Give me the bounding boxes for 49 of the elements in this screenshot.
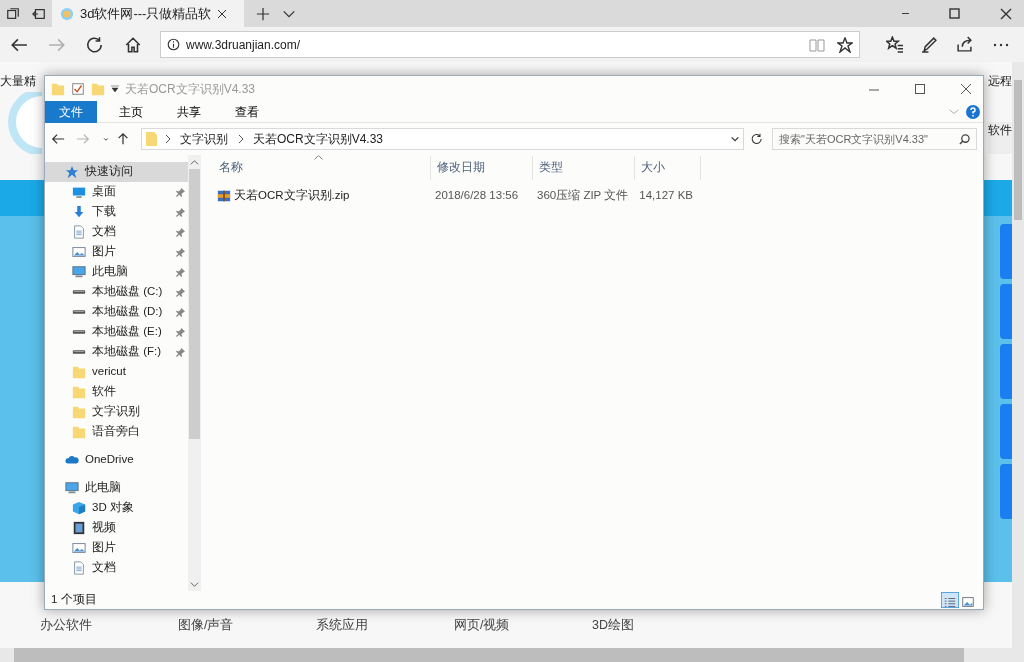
page-text: 远程	[988, 73, 1012, 88]
category-link[interactable]: 网页/视频	[454, 616, 592, 635]
nav-item[interactable]: 软件	[45, 382, 188, 402]
nav-item[interactable]: 图片	[45, 538, 188, 558]
column-header[interactable]: 大小	[635, 156, 701, 180]
nav-item[interactable]: 本地磁盘 (C:)	[45, 282, 188, 302]
nav-item[interactable]: OneDrive	[45, 450, 188, 470]
category-link[interactable]: 3D绘图	[592, 616, 730, 635]
table-cell-text: 2018/6/28 13:56	[434, 188, 520, 204]
nav-item[interactable]: 此电脑	[45, 478, 188, 498]
category-link[interactable]: 图像/声音	[178, 616, 316, 635]
page-text: 软件	[988, 122, 1012, 154]
ribbon-tab[interactable]: 共享	[163, 100, 215, 123]
nav-item[interactable]: 本地磁盘 (E:)	[45, 322, 188, 342]
ribbon-tab[interactable]: 查看	[221, 100, 273, 123]
nav-item[interactable]: 下载	[45, 202, 188, 222]
column-header[interactable]: 类型	[533, 156, 635, 180]
breadcrumb-link[interactable]: 文字识别	[177, 130, 231, 148]
ribbon-tab[interactable]: 文件	[45, 100, 97, 123]
table-cell-text: 360压缩 ZIP 文件	[536, 188, 630, 204]
nav-item[interactable]: 语音旁白	[45, 422, 188, 442]
column-header[interactable]: 名称	[213, 156, 431, 180]
status-text: 1 个项目	[51, 592, 97, 608]
nav-item[interactable]: 文档	[45, 558, 188, 578]
ribbon-tab[interactable]: 主页	[105, 100, 157, 123]
category-link[interactable]: 系统应用	[316, 616, 454, 635]
table-cell-text: 14,127 KB	[638, 188, 694, 204]
column-header[interactable]: 修改日期	[431, 156, 533, 180]
file-row[interactable]: 天若OCR文字识别.zip 2018/6/28 13:56 360压缩 ZIP 文件 14,127 KB	[213, 186, 983, 206]
nav-item[interactable]: 3D 对象	[45, 498, 188, 518]
nav-item[interactable]: 本地磁盘 (D:)	[45, 302, 188, 322]
category-link[interactable]: 办公软件	[40, 616, 178, 635]
nav-item[interactable]: vericut	[45, 362, 188, 382]
page-text: 大量精	[0, 73, 36, 88]
window-title: 天若OCR文字识别V4.33	[125, 80, 256, 98]
address-field[interactable]: 文字识别 天若OCR文字识别V4.33	[141, 128, 744, 150]
browser-tab[interactable]: 3d软件网---只做精品软	[52, 0, 244, 27]
nav-item[interactable]: 快速访问	[45, 162, 188, 182]
nav-item[interactable]: 桌面	[45, 182, 188, 202]
breadcrumb-link[interactable]: 天若OCR文字识别V4.33	[250, 130, 387, 148]
nav-item[interactable]: 视频	[45, 518, 188, 538]
search-field[interactable]: 搜索"天若OCR文字识别V4.33"	[772, 128, 977, 150]
nav-item[interactable]: 文字识别	[45, 402, 188, 422]
nav-item[interactable]: 图片	[45, 242, 188, 262]
nav-item[interactable]: 文档	[45, 222, 188, 242]
nav-item[interactable]: 本地磁盘 (F:)	[45, 342, 188, 362]
address-field[interactable]: www.3druanjian.com/	[160, 31, 860, 58]
nav-item[interactable]: 此电脑	[45, 262, 188, 282]
file-name: 天若OCR文字识别.zip	[234, 188, 350, 204]
